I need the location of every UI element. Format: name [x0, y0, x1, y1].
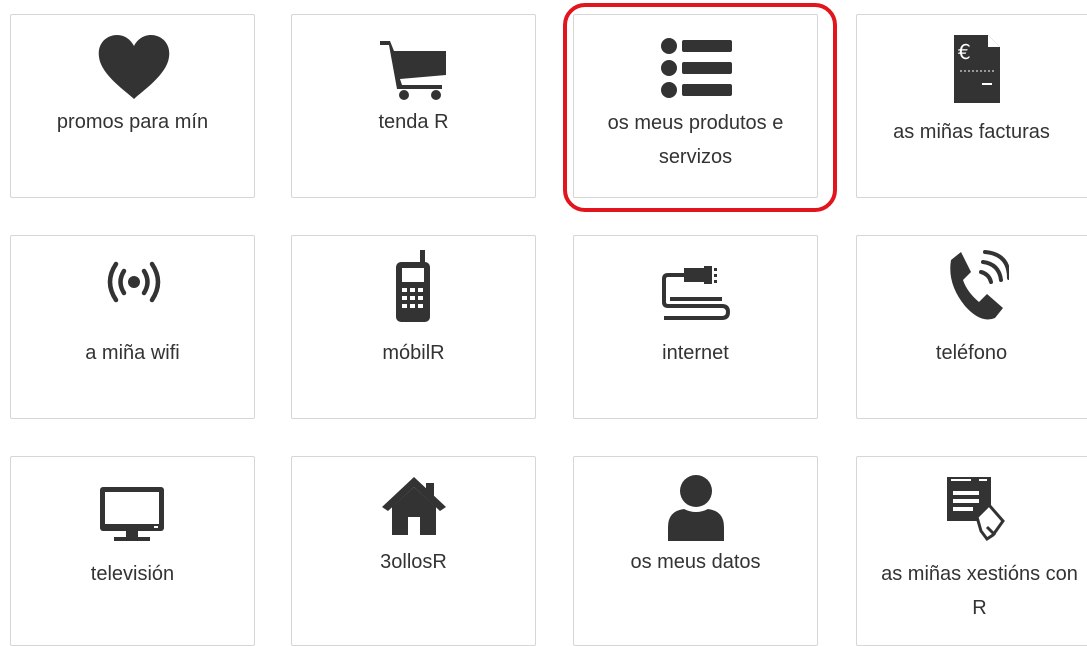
tile-tenda[interactable]: tenda R — [291, 14, 536, 198]
tile-label: internet — [662, 342, 729, 364]
tile-label: televisión — [90, 563, 175, 585]
tile-label: teléfono — [935, 342, 1008, 364]
tile-wifi[interactable]: a miña wifi — [10, 235, 255, 419]
tile-label: as miñas facturas — [893, 121, 1050, 143]
tile-telefono[interactable]: teléfono — [856, 235, 1087, 419]
tile-datos[interactable]: os meus datos — [573, 456, 818, 646]
tile-3ollosr[interactable]: 3ollosR — [291, 456, 536, 646]
shopping-cart-icon — [380, 39, 450, 101]
phone-icon — [945, 250, 1009, 324]
tile-label: tenda R — [378, 111, 449, 133]
tile-label: promos para mín — [56, 111, 209, 133]
tile-internet[interactable]: internet — [573, 235, 818, 419]
management-form-icon — [947, 477, 1007, 543]
list-icon — [660, 37, 734, 101]
tile-label: os meus produtos e servizos — [607, 112, 784, 168]
tile-label: os meus datos — [630, 551, 761, 573]
invoice-euro-icon: € — [954, 35, 1000, 103]
tile-label: as miñas xestións con R — [881, 563, 1078, 619]
tv-icon — [100, 487, 164, 543]
home-icon — [382, 477, 446, 535]
tile-television[interactable]: televisión — [10, 456, 255, 646]
tile-xestions[interactable]: as miñas xestións con R — [856, 456, 1087, 646]
tile-label: móbilR — [382, 342, 445, 364]
svg-text:€: € — [958, 40, 971, 64]
tile-mobil[interactable]: móbilR — [291, 235, 536, 419]
tile-label: a miña wifi — [85, 342, 180, 364]
tile-label: 3ollosR — [380, 551, 447, 573]
tile-facturas[interactable]: € as miñas facturas — [856, 14, 1087, 198]
tile-productos[interactable]: os meus produtos e servizos — [573, 14, 818, 198]
heart-icon — [97, 35, 171, 101]
network-cable-icon — [662, 262, 732, 322]
wifi-signal-icon — [96, 256, 172, 308]
user-icon — [668, 475, 724, 541]
tile-promos[interactable]: promos para mín — [10, 14, 255, 198]
mobile-phone-icon — [396, 250, 430, 322]
